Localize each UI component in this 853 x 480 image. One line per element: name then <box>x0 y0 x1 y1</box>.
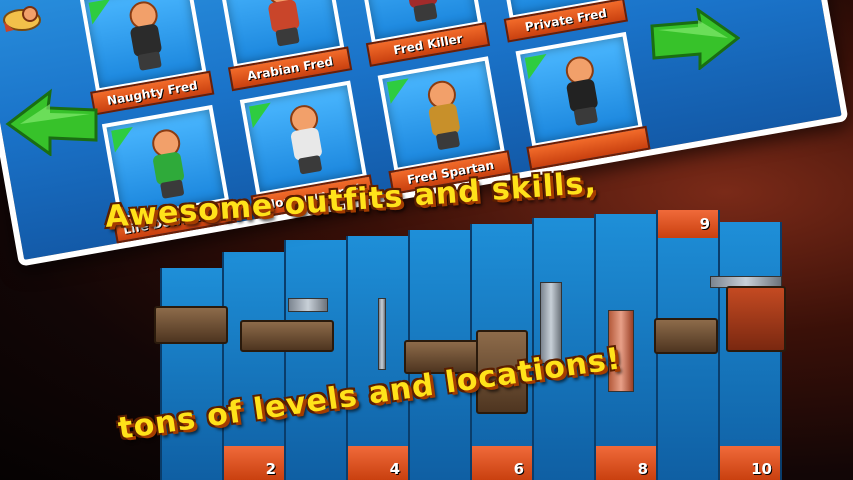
fred-character-icon <box>556 54 608 130</box>
level-column-1[interactable] <box>160 268 224 480</box>
barrel-icon <box>654 318 718 354</box>
outfit-card-private-fred[interactable]: Private Fred <box>492 0 629 43</box>
level-number-9: 9 <box>658 210 718 238</box>
fred-character-icon <box>395 0 447 26</box>
outfit-card-fred-killer[interactable]: Fred Killer <box>355 0 491 67</box>
arrow-left-icon <box>5 88 98 156</box>
arrow-right-icon <box>650 8 740 70</box>
fred-character-icon <box>142 127 194 203</box>
unlocked-tick-icon <box>88 0 115 25</box>
unlocked-tick-icon <box>386 78 413 104</box>
unlocked-tick-icon <box>111 126 137 153</box>
axe-trap-icon <box>378 298 386 370</box>
level-scenery-3 <box>288 298 328 312</box>
unlocked-tick-icon <box>524 54 551 80</box>
door-icon <box>726 286 786 352</box>
levels-strip: 2 4 6 8 9 10 <box>154 210 800 480</box>
outfit-card-arabian-fred[interactable]: Arabian Fred <box>217 0 353 92</box>
previous-page-button[interactable] <box>4 88 100 156</box>
level-number-2: 2 <box>224 446 284 480</box>
fred-character-icon <box>533 0 585 1</box>
fred-character-icon <box>257 0 309 50</box>
unlocked-tick-icon <box>249 102 275 129</box>
fred-character-icon <box>120 0 172 74</box>
level-scenery-1 <box>154 306 228 344</box>
outfit-card-8[interactable] <box>515 31 651 171</box>
screenshot-stage: 2 4 6 8 9 10 Naughty Fred Arabian Fred F… <box>0 0 853 480</box>
level-number-10: 10 <box>720 446 780 480</box>
fred-character-icon <box>418 78 470 154</box>
outfit-card-fred-spartan[interactable]: Fred Spartan <box>377 56 513 195</box>
fred-character-icon <box>280 102 332 178</box>
level-number-8: 8 <box>596 446 656 480</box>
level-column-2[interactable]: 2 <box>222 252 286 480</box>
level-number-6: 6 <box>472 446 532 480</box>
level-number-4: 4 <box>348 446 408 480</box>
level-column-3[interactable] <box>284 240 348 480</box>
level-scenery-2 <box>240 320 334 352</box>
next-page-button[interactable] <box>648 8 740 70</box>
fred-logo-icon <box>0 0 48 40</box>
